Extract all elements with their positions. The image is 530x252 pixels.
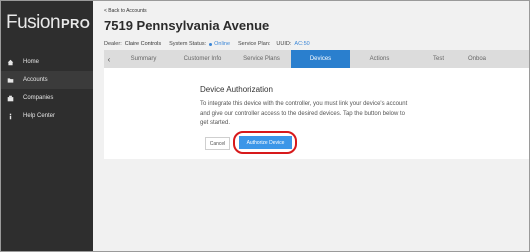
tab-onboarding[interactable]: Onboa bbox=[468, 50, 494, 68]
account-meta: Dealer: Claire Controls System Status: O… bbox=[104, 41, 310, 47]
card-title: Device Authorization bbox=[200, 85, 273, 94]
sidebar-item-label: Home bbox=[23, 59, 40, 65]
tab-summary[interactable]: Summary bbox=[114, 50, 173, 68]
logo-sub-text: PRO bbox=[61, 16, 91, 31]
chevron-left-icon: ‹ bbox=[107, 54, 111, 64]
tab-actions[interactable]: Actions bbox=[350, 50, 409, 68]
sidebar-item-companies[interactable]: Companies bbox=[1, 89, 93, 107]
card-description: To integrate this device with the contro… bbox=[200, 101, 408, 127]
sidebar: FusionPRO Home Accounts Companies Help C bbox=[1, 1, 93, 251]
uuid-label: UUID: bbox=[276, 41, 292, 47]
dealer-value: Claire Controls bbox=[124, 41, 162, 47]
app-window: FusionPRO Home Accounts Companies Help C bbox=[0, 0, 530, 252]
page-title: 7519 Pennsylvania Avenue bbox=[104, 18, 270, 33]
tab-customer-info[interactable]: Customer Info bbox=[173, 50, 232, 68]
tab-scroll-left-button[interactable]: ‹ bbox=[104, 50, 114, 68]
sidebar-item-label: Companies bbox=[23, 95, 54, 101]
tab-test[interactable]: Test bbox=[409, 50, 468, 68]
sidebar-item-help-center[interactable]: Help Center bbox=[1, 107, 93, 125]
logo-main-text: Fusion bbox=[6, 12, 61, 33]
sidebar-item-label: Accounts bbox=[23, 77, 48, 83]
sidebar-item-accounts[interactable]: Accounts bbox=[1, 71, 93, 89]
tab-bar: ‹ Summary Customer Info Service Plans De… bbox=[104, 50, 529, 68]
cancel-button[interactable]: Cancel bbox=[205, 137, 230, 150]
tab-devices[interactable]: Devices bbox=[291, 50, 350, 68]
fusion-pro-logo: FusionPRO bbox=[6, 12, 92, 38]
uuid-value[interactable]: AC:50 bbox=[294, 41, 309, 47]
info-icon bbox=[7, 113, 19, 120]
folder-icon bbox=[7, 77, 19, 84]
online-dot-icon bbox=[209, 42, 213, 46]
sidebar-item-label: Help Center bbox=[23, 113, 56, 119]
status-badge: Online bbox=[206, 41, 230, 47]
main-content: < Back to Accounts 7519 Pennsylvania Ave… bbox=[93, 1, 529, 251]
tab-service-plans[interactable]: Service Plans bbox=[232, 50, 291, 68]
status-value: Online bbox=[214, 41, 231, 47]
device-authorization-card: Device Authorization To integrate this d… bbox=[104, 68, 529, 159]
home-icon bbox=[7, 59, 19, 66]
service-plan-label: Service Plan: bbox=[238, 41, 271, 47]
system-status-label: System Status: bbox=[169, 41, 207, 47]
sidebar-item-home[interactable]: Home bbox=[1, 53, 93, 71]
building-icon bbox=[7, 95, 19, 102]
authorize-device-button[interactable]: Authorize Device bbox=[239, 136, 292, 149]
back-to-accounts-link[interactable]: < Back to Accounts bbox=[104, 8, 147, 14]
dealer-label: Dealer: bbox=[104, 41, 122, 47]
